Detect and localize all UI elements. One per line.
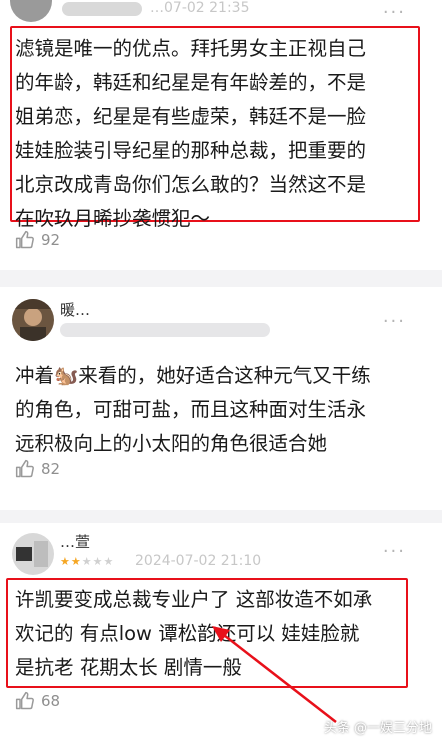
- watermark: 头条 @一娱三分地: [323, 721, 432, 736]
- annotation-arrow: [212, 626, 337, 723]
